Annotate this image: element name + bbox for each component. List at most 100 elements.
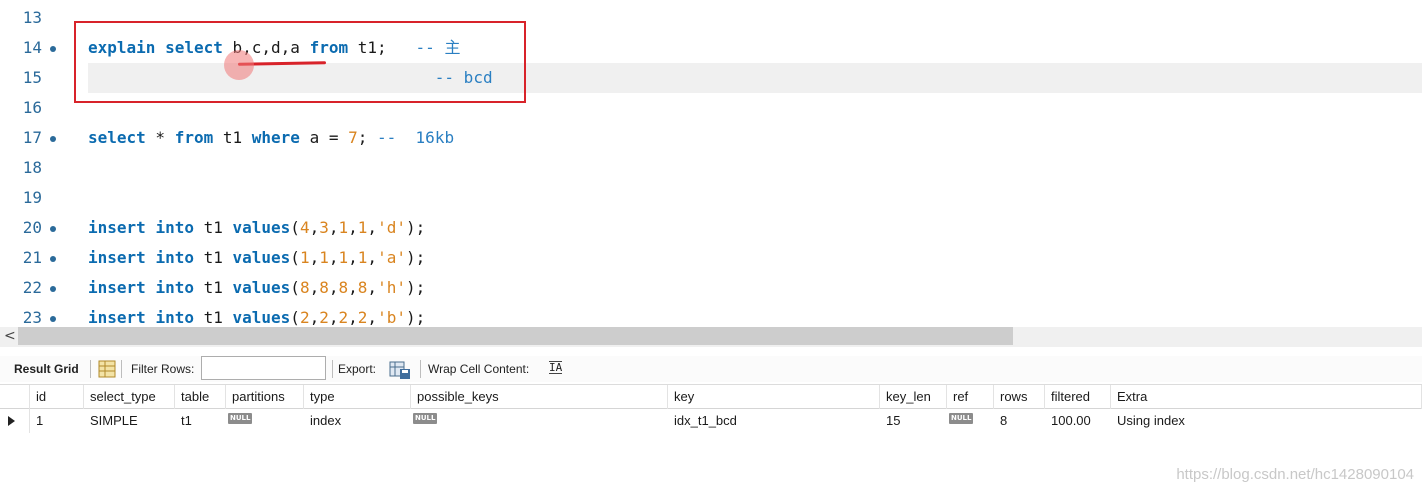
result-toolbar: Result Grid Filter Rows: Export: Wrap Ce…: [0, 356, 1422, 382]
code-line[interactable]: 23 insert into t1 values(2,2,2,2,'b');: [0, 303, 1422, 330]
column-header-ref[interactable]: ref: [947, 385, 994, 409]
code-line[interactable]: 19: [0, 183, 1422, 213]
toolbar-divider: [90, 360, 91, 378]
null-value-badge[interactable]: NULL: [228, 413, 253, 424]
statement-marker-icon: [50, 256, 56, 262]
code-line[interactable]: 17 select * from t1 where a = 7; -- 16kb: [0, 123, 1422, 153]
code-token: 'h': [377, 278, 406, 297]
table-cell[interactable]: index: [304, 409, 341, 433]
code-token: t1: [193, 218, 233, 237]
table-cell[interactable]: 8: [994, 409, 1007, 433]
code-line[interactable]: 18: [0, 153, 1422, 183]
result-grid-tab[interactable]: Result Grid: [14, 362, 79, 376]
code-token: 'd': [377, 218, 406, 237]
code-token: insert: [88, 308, 146, 327]
code-token: from: [174, 128, 214, 147]
code-token: ,: [348, 308, 358, 327]
column-header-possible-keys[interactable]: possible_keys: [411, 385, 668, 409]
code-token: 8: [338, 278, 349, 297]
column-header-id[interactable]: id: [30, 385, 84, 409]
export-icon[interactable]: [389, 360, 411, 383]
line-number: 22: [22, 278, 42, 297]
wrap-cell-content-label: Wrap Cell Content:: [428, 362, 530, 376]
horizontal-scrollbar[interactable]: <: [0, 327, 1422, 347]
code-token: -- 16kb: [377, 128, 455, 147]
code-token: 2: [319, 308, 329, 327]
code-token: ,: [348, 218, 358, 237]
table-cell[interactable]: SIMPLE: [84, 409, 138, 433]
code-token: values: [232, 308, 291, 327]
column-header-select-type[interactable]: select_type: [84, 385, 175, 409]
table-row[interactable]: 1 SIMPLE t1 NULL index NULL idx_t1_bcd 15 NULL 8 1…: [0, 409, 1422, 433]
code-token: );: [405, 218, 426, 237]
code-token: ,: [328, 248, 339, 267]
code-token: ,: [367, 308, 378, 327]
code-token: into: [155, 278, 194, 297]
code-token: ,: [367, 248, 378, 267]
filter-rows-label: Filter Rows:: [131, 362, 195, 376]
line-number: 17: [22, 128, 42, 147]
code-token: values: [232, 218, 291, 237]
code-token: into: [155, 308, 194, 327]
line-number: 16: [22, 98, 42, 117]
column-header-table[interactable]: table: [175, 385, 226, 409]
column-header-key[interactable]: key: [668, 385, 880, 409]
code-token: 1: [299, 248, 310, 267]
watermark: https://blog.csdn.net/hc1428090104: [1176, 466, 1414, 483]
column-header-rows[interactable]: rows: [994, 385, 1045, 409]
table-cell[interactable]: 1: [30, 409, 43, 433]
code-text: insert into t1 values(4,3,1,1,'d');: [88, 213, 425, 243]
code-token: 1: [338, 218, 349, 237]
code-token: );: [405, 278, 426, 297]
grid-view-icon[interactable]: [98, 360, 116, 381]
code-token: 2: [299, 308, 310, 327]
code-token: into: [155, 248, 194, 267]
column-header-partitions[interactable]: partitions: [226, 385, 304, 409]
line-number: 15: [22, 68, 42, 87]
code-token: 1: [357, 218, 368, 237]
code-token: 1: [357, 248, 368, 267]
line-number: 13: [22, 8, 42, 27]
code-token: ,: [328, 308, 339, 327]
code-token: 3: [319, 218, 329, 237]
code-token: insert: [88, 218, 146, 237]
code-text: insert into t1 values(1,1,1,1,'a');: [88, 243, 425, 273]
column-header-filtered[interactable]: filtered: [1045, 385, 1111, 409]
code-token: 7: [348, 128, 358, 147]
statement-marker-icon: [50, 226, 56, 232]
column-header-type[interactable]: type: [304, 385, 411, 409]
code-token: 8: [299, 278, 310, 297]
code-line[interactable]: 22 insert into t1 values(8,8,8,8,'h');: [0, 273, 1422, 303]
table-cell[interactable]: t1: [175, 409, 192, 433]
table-cell[interactable]: idx_t1_bcd: [668, 409, 737, 433]
null-value-badge[interactable]: NULL: [413, 413, 438, 424]
code-token: t1: [193, 308, 233, 327]
code-token: 'b': [377, 308, 406, 327]
statement-marker-icon: [50, 136, 56, 142]
toolbar-divider: [121, 360, 122, 378]
code-token: values: [232, 278, 291, 297]
null-value-badge[interactable]: NULL: [949, 413, 974, 424]
line-number: 21: [22, 248, 42, 267]
code-token: ,: [348, 278, 358, 297]
code-token: 2: [357, 308, 368, 327]
scrollbar-thumb[interactable]: [18, 327, 1013, 345]
table-cell[interactable]: Using index: [1111, 409, 1185, 433]
wrap-cell-content-icon[interactable]: IA: [549, 361, 563, 374]
code-text: insert into t1 values(2,2,2,2,'b');: [88, 303, 425, 330]
code-line[interactable]: 21 insert into t1 values(1,1,1,1,'a');: [0, 243, 1422, 273]
mouse-cursor-highlight: [224, 50, 254, 80]
table-cell[interactable]: 15: [880, 409, 900, 433]
column-header-key-len[interactable]: key_len: [880, 385, 947, 409]
scroll-left-arrow-icon[interactable]: <: [4, 328, 16, 344]
table-cell[interactable]: 100.00: [1045, 409, 1091, 433]
code-token: a =: [299, 128, 349, 147]
code-line[interactable]: 20 insert into t1 values(4,3,1,1,'d');: [0, 213, 1422, 243]
code-token: 1: [319, 248, 329, 267]
column-header-extra[interactable]: Extra: [1111, 385, 1422, 409]
filter-rows-input[interactable]: [201, 356, 326, 380]
code-token: 4: [299, 218, 310, 237]
code-token: ,: [309, 278, 320, 297]
code-token: into: [155, 218, 194, 237]
